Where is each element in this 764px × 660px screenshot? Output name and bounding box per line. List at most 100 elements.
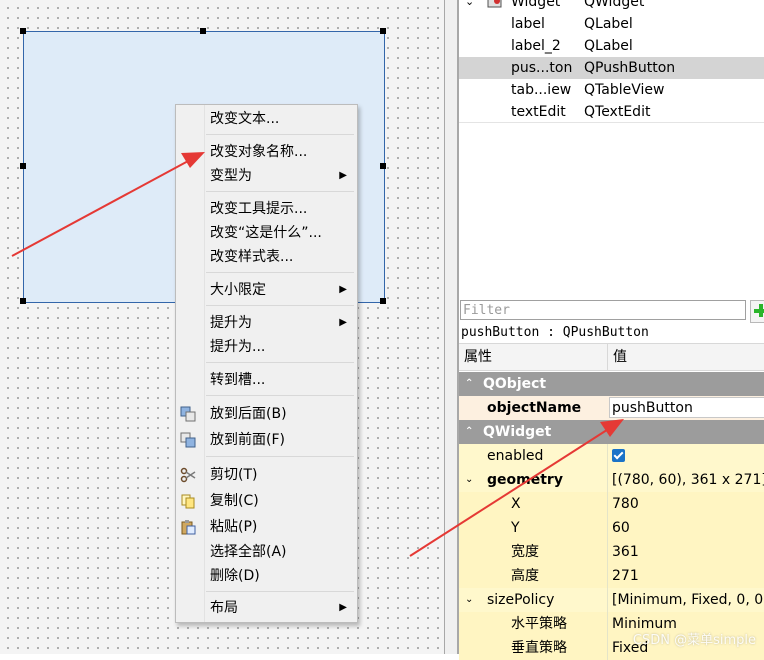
menu-item-bring-to-front[interactable]: 放到前面(F) bbox=[176, 428, 357, 452]
property-value[interactable]: [Minimum, Fixed, 0, 0] bbox=[612, 588, 764, 612]
property-row-objectname[interactable]: objectName pushButton bbox=[459, 396, 764, 420]
menu-item-delete[interactable]: 删除(D) bbox=[176, 564, 357, 588]
property-row-width[interactable]: 宽度 361 bbox=[459, 540, 764, 564]
column-divider bbox=[607, 492, 608, 516]
property-value[interactable]: 361 bbox=[612, 540, 639, 564]
property-key: X bbox=[511, 496, 521, 512]
menu-item-morph-into[interactable]: 变型为 ▶ bbox=[176, 164, 357, 188]
object-name: label bbox=[511, 16, 545, 32]
menu-item-label: 粘贴(P) bbox=[210, 519, 258, 535]
menu-item-change-object-name[interactable]: 改变对象名称... bbox=[176, 140, 357, 164]
property-key: 垂直策略 bbox=[511, 640, 567, 656]
menu-item-label: 大小限定 bbox=[210, 282, 266, 298]
object-row-pushbutton[interactable]: pus...ton QPushButton bbox=[459, 57, 764, 79]
menu-item-label: 转到槽... bbox=[210, 372, 266, 388]
object-row-textedit[interactable]: textEdit QTextEdit bbox=[459, 101, 764, 123]
column-divider bbox=[607, 564, 608, 588]
property-row-height[interactable]: 高度 271 bbox=[459, 564, 764, 588]
property-row-geometry[interactable]: ⌄ geometry [(780, 60), 361 x 271] bbox=[459, 468, 764, 492]
chevron-down-icon[interactable]: ⌄ bbox=[465, 588, 473, 612]
splitter-line bbox=[444, 0, 445, 654]
menu-item-label: 改变“这是什么”... bbox=[210, 225, 322, 241]
menu-item-layout[interactable]: 布局 ▶ bbox=[176, 596, 357, 620]
chevron-up-icon[interactable]: ⌃ bbox=[465, 420, 473, 444]
object-row-tableview[interactable]: tab...iew QTableView bbox=[459, 79, 764, 101]
menu-item-label: 放到后面(B) bbox=[210, 406, 287, 422]
menu-separator bbox=[206, 362, 354, 363]
menu-item-label: 改变工具提示... bbox=[210, 201, 308, 217]
property-value[interactable]: [(780, 60), 361 x 271] bbox=[612, 468, 764, 492]
object-class: QWidget bbox=[584, 0, 645, 10]
menu-item-change-text[interactable]: 改变文本... bbox=[176, 107, 357, 131]
context-menu: 改变文本... 改变对象名称... 变型为 ▶ 改变工具提示... 改变“这是什么… bbox=[175, 104, 358, 623]
menu-item-label: 提升为... bbox=[210, 339, 266, 355]
chevron-down-icon[interactable]: ⌄ bbox=[465, 468, 473, 492]
menu-item-copy[interactable]: 复制(C) bbox=[176, 489, 357, 513]
filter-input[interactable]: Filter bbox=[460, 300, 746, 320]
menu-item-promote-to-submenu[interactable]: 提升为 ▶ bbox=[176, 311, 357, 335]
header-value[interactable]: 值 bbox=[613, 344, 627, 370]
property-value[interactable]: 780 bbox=[612, 492, 639, 516]
menu-item-change-tooltip[interactable]: 改变工具提示... bbox=[176, 197, 357, 221]
menu-item-change-stylesheet[interactable]: 改变样式表... bbox=[176, 245, 357, 269]
resize-handle-br[interactable] bbox=[380, 298, 386, 304]
scissors-icon bbox=[180, 467, 196, 483]
panel-splitter[interactable] bbox=[444, 0, 458, 654]
chevron-down-icon[interactable]: ⌄ bbox=[465, 0, 474, 13]
menu-item-size-constraints[interactable]: 大小限定 ▶ bbox=[176, 278, 357, 302]
resize-handle-mr[interactable] bbox=[380, 163, 386, 169]
resize-handle-tm[interactable] bbox=[200, 28, 206, 34]
property-value[interactable]: 60 bbox=[612, 516, 630, 540]
enabled-checkbox[interactable] bbox=[612, 449, 625, 462]
resize-handle-tl[interactable] bbox=[20, 28, 26, 34]
column-divider bbox=[607, 612, 608, 636]
menu-item-send-to-back[interactable]: 放到后面(B) bbox=[176, 402, 357, 426]
column-divider bbox=[607, 636, 608, 660]
group-qwidget[interactable]: ⌃ QWidget bbox=[459, 420, 764, 444]
property-row-sizepolicy[interactable]: ⌄ sizePolicy [Minimum, Fixed, 0, 0] bbox=[459, 588, 764, 612]
object-row-label-2[interactable]: label_2 QLabel bbox=[459, 35, 764, 57]
add-dynamic-property-button[interactable] bbox=[750, 300, 764, 323]
property-key: 宽度 bbox=[511, 544, 539, 560]
resize-handle-bl[interactable] bbox=[20, 298, 26, 304]
resize-handle-ml[interactable] bbox=[20, 163, 26, 169]
column-divider bbox=[607, 468, 608, 492]
object-row-label[interactable]: label QLabel bbox=[459, 13, 764, 35]
menu-item-select-all[interactable]: 选择全部(A) bbox=[176, 540, 357, 564]
property-key: sizePolicy bbox=[487, 592, 555, 608]
submenu-arrow-icon: ▶ bbox=[339, 170, 347, 181]
property-value[interactable]: pushButton bbox=[612, 396, 693, 420]
property-row-y[interactable]: Y 60 bbox=[459, 516, 764, 540]
property-value[interactable]: 271 bbox=[612, 564, 639, 588]
object-inspector: ⌄ Widget QWidget label QLabel label_2 QL… bbox=[458, 0, 764, 297]
property-key: objectName bbox=[487, 400, 582, 416]
paste-icon bbox=[181, 520, 196, 535]
object-name: tab...iew bbox=[511, 82, 572, 98]
group-qobject[interactable]: ⌃ QObject bbox=[459, 372, 764, 396]
chevron-up-icon[interactable]: ⌃ bbox=[465, 372, 473, 396]
divider bbox=[459, 122, 764, 123]
property-row-enabled[interactable]: enabled bbox=[459, 444, 764, 468]
widget-icon bbox=[487, 0, 502, 8]
property-row-x[interactable]: X 780 bbox=[459, 492, 764, 516]
menu-separator bbox=[206, 134, 354, 135]
column-divider bbox=[607, 444, 608, 468]
menu-item-cut[interactable]: 剪切(T) bbox=[176, 463, 357, 487]
submenu-arrow-icon: ▶ bbox=[339, 317, 347, 328]
column-divider bbox=[607, 588, 608, 612]
bring-to-front-icon bbox=[180, 432, 196, 448]
menu-item-label: 改变文本... bbox=[210, 111, 280, 127]
menu-item-change-whats-this[interactable]: 改变“这是什么”... bbox=[176, 221, 357, 245]
object-name: textEdit bbox=[511, 104, 566, 120]
submenu-arrow-icon: ▶ bbox=[339, 602, 347, 613]
resize-handle-tr[interactable] bbox=[380, 28, 386, 34]
menu-item-paste[interactable]: 粘贴(P) bbox=[176, 515, 357, 539]
group-label: QObject bbox=[483, 376, 547, 392]
menu-item-go-to-slot[interactable]: 转到槽... bbox=[176, 368, 357, 392]
menu-item-promote-to[interactable]: 提升为... bbox=[176, 335, 357, 359]
header-property[interactable]: 属性 bbox=[464, 344, 492, 370]
column-divider bbox=[607, 516, 608, 540]
object-name: Widget bbox=[511, 0, 561, 10]
object-row-widget[interactable]: ⌄ Widget QWidget bbox=[459, 0, 764, 13]
current-object-label: pushButton : QPushButton bbox=[461, 325, 649, 340]
